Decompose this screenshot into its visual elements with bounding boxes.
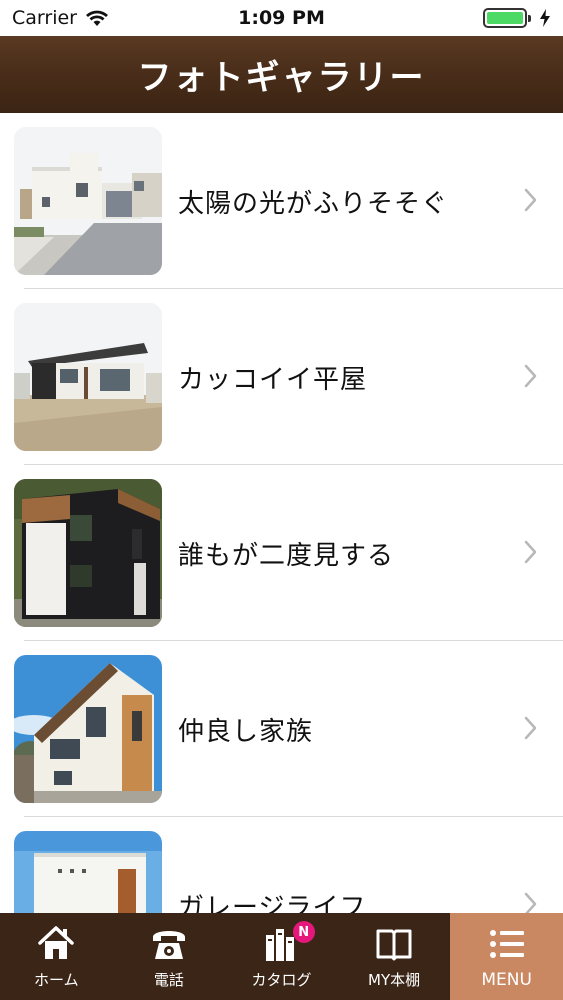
chevron-right-icon: [524, 892, 537, 913]
charging-bolt-icon: [540, 9, 550, 27]
gallery-item-label: 仲良し家族: [178, 716, 314, 747]
tab-label: 電話: [153, 971, 184, 989]
gallery-item[interactable]: カッコイイ平屋: [0, 289, 563, 465]
status-bar: Carrier 1:09 PM: [0, 0, 563, 36]
book-icon: [376, 929, 412, 961]
gallery-item[interactable]: ガレージライフ: [0, 817, 563, 913]
status-left: Carrier: [12, 7, 109, 29]
tab-label: ホーム: [34, 971, 79, 989]
carrier-label: Carrier: [12, 7, 77, 29]
battery-icon: [483, 8, 531, 28]
wifi-icon: [85, 10, 108, 26]
white-wood-house-photo: [14, 655, 162, 803]
garage-house-photo: [14, 831, 162, 913]
tab-label: カタログ: [251, 971, 312, 989]
tab-bar: ホーム 電話 N カタログ MY本棚 MENU: [0, 913, 563, 1000]
home-icon: [38, 926, 75, 959]
gallery-item-label: 太陽の光がふりそそぐ: [178, 188, 449, 219]
new-badge: N: [292, 921, 315, 943]
status-right: [483, 8, 551, 28]
tab-my-bookshelf[interactable]: MY本棚: [338, 913, 451, 1000]
white-two-story-house-photo: [14, 127, 162, 275]
nav-header: フォトギャラリー: [0, 36, 563, 113]
gallery-list[interactable]: 太陽の光がふりそそぐ カッコイイ平屋 誰もが二度見する 仲良し家族 ガレージライ…: [0, 113, 563, 913]
gallery-item[interactable]: 太陽の光がふりそそぐ: [0, 113, 563, 289]
chevron-right-icon: [524, 540, 537, 564]
gallery-item-label: 誰もが二度見する: [178, 540, 395, 571]
chevron-right-icon: [524, 364, 537, 388]
page-title: フォトギャラリー: [137, 58, 426, 98]
gallery-item[interactable]: 誰もが二度見する: [0, 465, 563, 641]
gallery-item-label: カッコイイ平屋: [178, 364, 368, 395]
single-story-house-photo: [14, 303, 162, 451]
tab-home[interactable]: ホーム: [0, 913, 113, 1000]
phone-icon: [152, 931, 185, 959]
black-white-house-photo: [14, 479, 162, 627]
tab-label: MY本棚: [368, 971, 421, 989]
tab-catalog[interactable]: N カタログ: [225, 913, 338, 1000]
tab-label: MENU: [481, 969, 532, 990]
tab-phone[interactable]: 電話: [113, 913, 226, 1000]
gallery-item-label: ガレージライフ: [178, 892, 367, 914]
gallery-item[interactable]: 仲良し家族: [0, 641, 563, 817]
chevron-right-icon: [524, 188, 537, 212]
chevron-right-icon: [524, 716, 537, 740]
tab-menu[interactable]: MENU: [450, 913, 563, 1000]
menu-icon: [489, 929, 524, 958]
battery-level: [487, 12, 523, 24]
